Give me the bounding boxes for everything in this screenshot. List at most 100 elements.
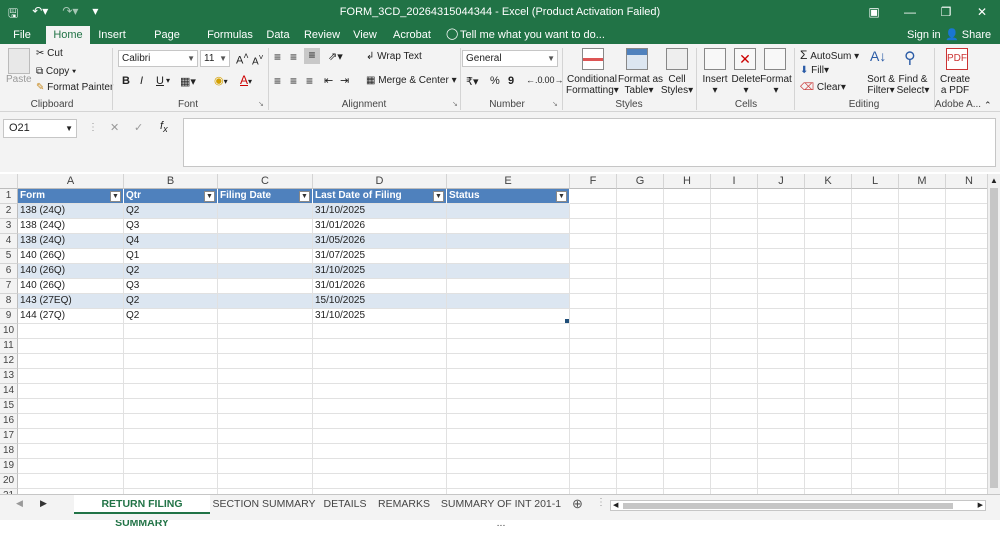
cell-i10[interactable]	[711, 324, 758, 339]
cell-d13[interactable]	[313, 369, 447, 384]
cell-j13[interactable]	[758, 369, 805, 384]
cell-n10[interactable]	[946, 324, 987, 339]
cell-m4[interactable]	[899, 234, 946, 249]
cell-c19[interactable]	[218, 459, 313, 474]
cell-k6[interactable]	[805, 264, 852, 279]
cell-k17[interactable]	[805, 429, 852, 444]
row-header-15[interactable]: 15	[0, 399, 18, 414]
column-header-h[interactable]: H	[664, 174, 711, 189]
cell-e11[interactable]	[447, 339, 570, 354]
row-header-6[interactable]: 6	[0, 264, 18, 279]
table-cell[interactable]	[447, 294, 570, 309]
cell-d12[interactable]	[313, 354, 447, 369]
scroll-up-icon[interactable]: ▲	[990, 176, 998, 185]
prev-sheet-icon[interactable]: ◀	[16, 498, 23, 509]
cell-l8[interactable]	[852, 294, 899, 309]
font-name-combo[interactable]: Calibri ▼	[118, 50, 198, 67]
cell-l3[interactable]	[852, 219, 899, 234]
cell-h20[interactable]	[664, 474, 711, 489]
cell-m3[interactable]	[899, 219, 946, 234]
table-cell[interactable]	[218, 279, 313, 294]
column-header-b[interactable]: B	[124, 174, 218, 189]
cell-m18[interactable]	[899, 444, 946, 459]
cell-g7[interactable]	[617, 279, 664, 294]
cell-k11[interactable]	[805, 339, 852, 354]
cell-b13[interactable]	[124, 369, 218, 384]
cell-i1[interactable]	[711, 189, 758, 204]
format-as-table-button[interactable]: Format as Table▾	[618, 74, 663, 96]
font-size-combo[interactable]: 11 ▼	[200, 50, 230, 67]
cell-e13[interactable]	[447, 369, 570, 384]
cell-m13[interactable]	[899, 369, 946, 384]
align-right-icon[interactable]: ≡	[306, 74, 313, 88]
add-sheet-icon[interactable]: ⊕	[572, 496, 583, 512]
cell-i6[interactable]	[711, 264, 758, 279]
cell-j9[interactable]	[758, 309, 805, 324]
table-cell[interactable]: Q2	[124, 294, 218, 309]
cell-f17[interactable]	[570, 429, 617, 444]
table-cell[interactable]	[218, 219, 313, 234]
row-header-5[interactable]: 5	[0, 249, 18, 264]
cell-styles-icon[interactable]	[666, 48, 688, 70]
table-cell[interactable]	[218, 294, 313, 309]
cell-l13[interactable]	[852, 369, 899, 384]
cell-h17[interactable]	[664, 429, 711, 444]
cell-h19[interactable]	[664, 459, 711, 474]
row-header-1[interactable]: 1	[0, 189, 18, 204]
cell-k4[interactable]	[805, 234, 852, 249]
table-cell[interactable]: 140 (26Q)	[18, 264, 124, 279]
increase-decimal-icon[interactable]: ←.0	[526, 75, 543, 85]
row-header-10[interactable]: 10	[0, 324, 18, 339]
cell-a11[interactable]	[18, 339, 124, 354]
cell-i7[interactable]	[711, 279, 758, 294]
horizontal-scroll-thumb[interactable]	[623, 503, 953, 509]
cell-d11[interactable]	[313, 339, 447, 354]
cell-d17[interactable]	[313, 429, 447, 444]
cell-j20[interactable]	[758, 474, 805, 489]
cell-a16[interactable]	[18, 414, 124, 429]
cell-g11[interactable]	[617, 339, 664, 354]
cell-b17[interactable]	[124, 429, 218, 444]
table-cell[interactable]	[218, 264, 313, 279]
cell-n2[interactable]	[946, 204, 987, 219]
cell-i18[interactable]	[711, 444, 758, 459]
table-cell[interactable]: Q3	[124, 219, 218, 234]
cell-h8[interactable]	[664, 294, 711, 309]
cell-i11[interactable]	[711, 339, 758, 354]
cell-c18[interactable]	[218, 444, 313, 459]
cell-g3[interactable]	[617, 219, 664, 234]
underline-button[interactable]: U	[156, 75, 164, 87]
currency-icon[interactable]: ₹▾	[466, 75, 479, 88]
cell-g16[interactable]	[617, 414, 664, 429]
cell-i12[interactable]	[711, 354, 758, 369]
cell-a10[interactable]	[18, 324, 124, 339]
cell-j7[interactable]	[758, 279, 805, 294]
cell-g2[interactable]	[617, 204, 664, 219]
table-cell[interactable]: 138 (24Q)	[18, 204, 124, 219]
filter-dropdown-icon[interactable]: ▼	[556, 191, 567, 202]
cell-g4[interactable]	[617, 234, 664, 249]
cell-d10[interactable]	[313, 324, 447, 339]
tab-view[interactable]: View	[350, 26, 380, 44]
cell-e19[interactable]	[447, 459, 570, 474]
table-header-cell[interactable]: Qtr ▼	[124, 189, 218, 204]
cell-c20[interactable]	[218, 474, 313, 489]
cell-k8[interactable]	[805, 294, 852, 309]
cell-i13[interactable]	[711, 369, 758, 384]
cell-b12[interactable]	[124, 354, 218, 369]
table-cell[interactable]: 144 (27Q)	[18, 309, 124, 324]
clear-button[interactable]: ⌫ Clear▾	[800, 82, 846, 93]
cell-m10[interactable]	[899, 324, 946, 339]
sheet-tab-return-filing-summary[interactable]: RETURN FILING SUMMARY	[74, 495, 210, 529]
table-cell[interactable]	[218, 309, 313, 324]
table-header-cell[interactable]: Last Date of Filing ▼	[313, 189, 447, 204]
table-cell[interactable]: 31/05/2026	[313, 234, 447, 249]
row-header-16[interactable]: 16	[0, 414, 18, 429]
cell-f6[interactable]	[570, 264, 617, 279]
cell-b14[interactable]	[124, 384, 218, 399]
cell-j12[interactable]	[758, 354, 805, 369]
next-sheet-icon[interactable]: ▶	[40, 498, 47, 509]
table-cell[interactable]: 138 (24Q)	[18, 219, 124, 234]
table-cell[interactable]: 15/10/2025	[313, 294, 447, 309]
cell-h6[interactable]	[664, 264, 711, 279]
